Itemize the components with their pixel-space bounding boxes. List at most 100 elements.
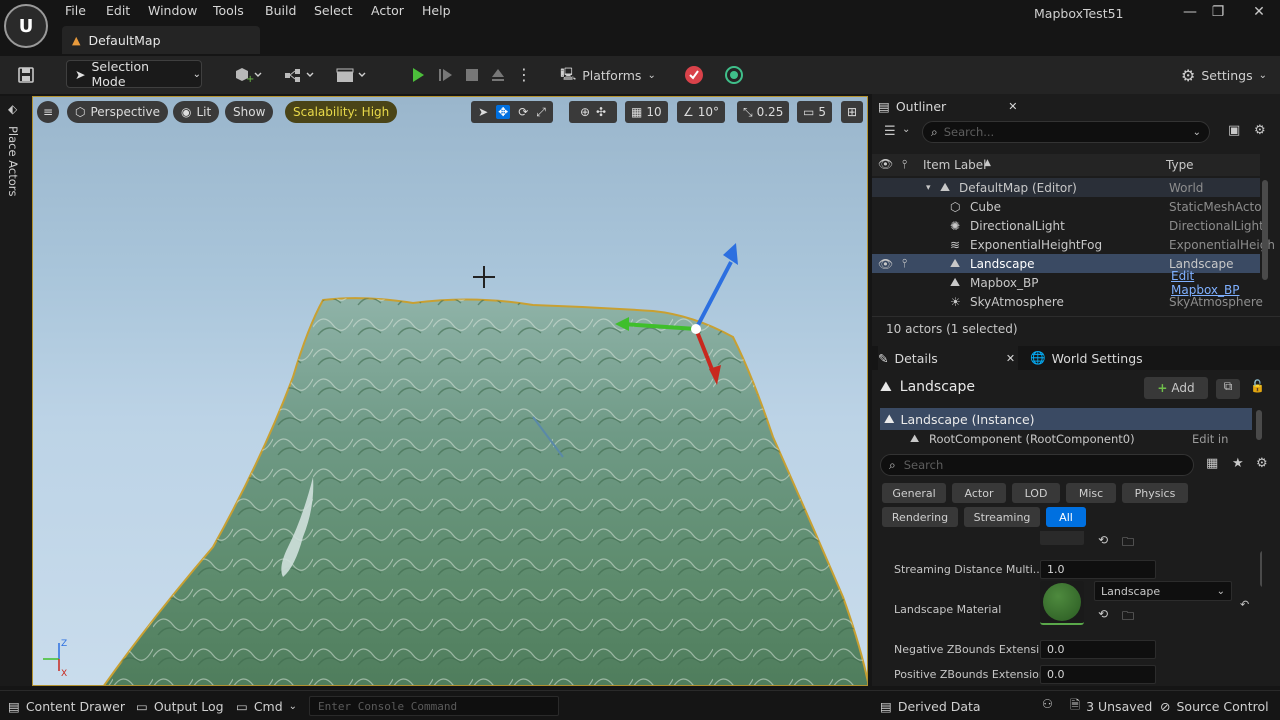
unreal-logo-icon[interactable]: U [4, 4, 48, 48]
negative-zbounds-field[interactable]: 0.0 [1040, 640, 1156, 659]
chevron-down-icon[interactable]: ⌄ [902, 124, 910, 135]
live-coding-icon[interactable] [722, 61, 746, 89]
reset-to-default-icon[interactable]: ↶ [1240, 598, 1249, 611]
compile-status-icon[interactable] [682, 61, 706, 89]
outliner-row-fog[interactable]: ≋ ExponentialHeightFog ExponentialHeigh [872, 235, 1275, 254]
menu-help[interactable]: Help [422, 3, 451, 21]
show-button[interactable]: Show [225, 101, 274, 123]
perspective-button[interactable]: ⬡ Perspective [67, 101, 168, 123]
component-instance-row[interactable]: ⛰ Landscape (Instance) [880, 408, 1252, 430]
column-type[interactable]: Type [1166, 158, 1194, 172]
star-icon[interactable]: ★ [1232, 456, 1244, 471]
save-icon[interactable] [14, 61, 38, 89]
derived-data-button[interactable]: ▤ Derived Data [880, 697, 981, 715]
material-dropdown[interactable]: Landscape ⌄ [1094, 581, 1232, 601]
category-physics[interactable]: Physics [1122, 483, 1188, 503]
category-rendering[interactable]: Rendering [882, 507, 958, 527]
category-all[interactable]: All [1046, 507, 1086, 527]
stop-icon[interactable] [460, 61, 484, 89]
place-actors-icon[interactable]: ⬖ [8, 102, 17, 116]
rotation-snap-button[interactable]: ∠ 10° [677, 101, 726, 123]
level-viewport[interactable]: ≡ ⬡ Perspective ◉ Lit Show Scalability: … [32, 96, 868, 686]
transform-gizmo[interactable] [593, 237, 743, 397]
browse-folder-icon[interactable]: 🗀 [1122, 607, 1134, 628]
root-component-row[interactable]: ⛰ RootComponent (RootComponent0) Edit in… [872, 432, 1256, 448]
menu-edit[interactable]: Edit [106, 3, 130, 21]
surface-snap-icon[interactable]: ✣ [596, 105, 606, 119]
scalability-badge[interactable]: Scalability: High [285, 101, 398, 123]
maximize-icon[interactable]: ❐ [1208, 4, 1228, 24]
category-actor[interactable]: Actor [952, 483, 1006, 503]
camera-speed-button[interactable]: ▭ 5 [797, 101, 832, 123]
source-control-button[interactable]: ⊘ Source Control [1160, 697, 1269, 715]
platforms-button[interactable]: 🖳 Platforms ⌄ [560, 61, 656, 89]
outliner-row-world[interactable]: ▾ ⛰ DefaultMap (Editor) World [872, 178, 1260, 197]
outliner-search-input[interactable]: ⌕ Search... ⌄ [922, 121, 1210, 143]
blueprint-convert-icon[interactable]: ⧉ [1216, 379, 1240, 399]
play-icon[interactable] [405, 61, 431, 89]
menu-build[interactable]: Build [265, 3, 296, 21]
column-item-label[interactable]: Item Label [923, 158, 987, 172]
select-tool-icon[interactable]: ➤ [478, 105, 488, 119]
view-mode-button[interactable]: ◉ Lit [173, 101, 220, 123]
close-window-icon[interactable]: ✕ [1249, 4, 1269, 24]
category-lod[interactable]: LOD [1012, 483, 1060, 503]
rotate-tool-icon[interactable]: ⟳ [518, 105, 528, 119]
outliner-row-mapbox[interactable]: ⛰ Mapbox_BP Edit Mapbox_BP [872, 269, 1260, 297]
grid-snap-button[interactable]: ▦ 10 [625, 101, 668, 123]
menu-select[interactable]: Select [314, 3, 353, 21]
tab-world-settings[interactable]: 🌐 World Settings [1030, 346, 1170, 370]
menu-tools[interactable]: Tools [213, 3, 244, 21]
blueprint-button[interactable] [282, 61, 318, 89]
expand-arrow-icon[interactable]: ▾ [926, 183, 931, 193]
category-general[interactable]: General [882, 483, 946, 503]
details-scrollbar[interactable] [1260, 551, 1262, 587]
streaming-distance-field[interactable]: 1.0 [1040, 560, 1156, 579]
outliner-row-directionallight[interactable]: ✺ DirectionalLight DirectionalLight [872, 216, 1264, 235]
menu-file[interactable]: File [65, 3, 86, 21]
gear-icon[interactable]: ⚙ [1254, 123, 1266, 138]
content-drawer-button[interactable]: ▤ Content Drawer [8, 697, 125, 715]
tab-defaultmap[interactable]: ▲ DefaultMap [62, 26, 260, 54]
menu-window[interactable]: Window [148, 3, 197, 21]
filter-icon[interactable]: ☰ [884, 124, 896, 139]
add-component-button[interactable]: + Add [1144, 377, 1208, 399]
advance-frame-icon[interactable] [434, 61, 458, 89]
eye-icon[interactable]: 👁 [878, 157, 893, 171]
scale-tool-icon[interactable]: ⤢ [536, 105, 546, 120]
move-tool-icon[interactable]: ✥ [496, 105, 511, 119]
place-actors-tab[interactable]: Place Actors [6, 126, 20, 196]
outliner-row-skyatmosphere[interactable]: ☀ SkyAtmosphere SkyAtmosphere [872, 292, 1263, 311]
category-streaming[interactable]: Streaming [964, 507, 1040, 527]
component-scrollbar[interactable] [1256, 410, 1262, 440]
eye-icon[interactable]: 👁 [878, 257, 893, 271]
console-command-input[interactable]: Enter Console Command [309, 696, 559, 716]
settings-button[interactable]: ⚙ Settings ⌄ [1178, 61, 1270, 89]
pin-icon[interactable]: ⫯ [902, 157, 907, 172]
browse-folder-icon[interactable]: 🗀 [1122, 533, 1134, 554]
positive-zbounds-field[interactable]: 0.0 [1040, 665, 1156, 684]
trace-icon[interactable]: ⚇ [1042, 697, 1053, 711]
edit-in-cpp-link[interactable]: Edit in C++ [1192, 432, 1256, 448]
tab-details[interactable]: ✎ Details ✕ [878, 346, 1018, 370]
world-space-icon[interactable]: ⊕ [580, 105, 590, 119]
material-thumbnail[interactable] [1040, 581, 1084, 625]
output-log-button[interactable]: ▭ Output Log [136, 697, 224, 715]
add-actor-button[interactable]: + [230, 61, 266, 89]
menu-actor[interactable]: Actor [371, 3, 404, 21]
cmd-button[interactable]: ▭ Cmd ⌄ [236, 697, 297, 715]
selection-mode-dropdown[interactable]: ➤ Selection Mode ⌄ [66, 59, 202, 89]
cinematics-button[interactable] [334, 61, 370, 89]
reset-arrow-icon[interactable]: ⟲ [1098, 533, 1108, 547]
close-icon[interactable]: ✕ [1006, 352, 1015, 365]
close-icon[interactable]: ✕ [1008, 100, 1017, 113]
eject-icon[interactable] [486, 61, 510, 89]
table-view-icon[interactable]: ▦ [1206, 456, 1218, 471]
tab-outliner[interactable]: ▤ Outliner ✕ [878, 94, 1028, 118]
pin-icon[interactable]: ⫯ [902, 256, 907, 271]
reset-arrow-icon[interactable]: ⟲ [1098, 607, 1108, 621]
outliner-row-cube[interactable]: ⬡ Cube StaticMeshActor [872, 197, 1266, 216]
play-options-icon[interactable]: ⋮ [514, 61, 534, 89]
add-folder-icon[interactable]: ▣ [1228, 123, 1240, 138]
details-search-input[interactable]: ⌕ Search [880, 454, 1194, 476]
